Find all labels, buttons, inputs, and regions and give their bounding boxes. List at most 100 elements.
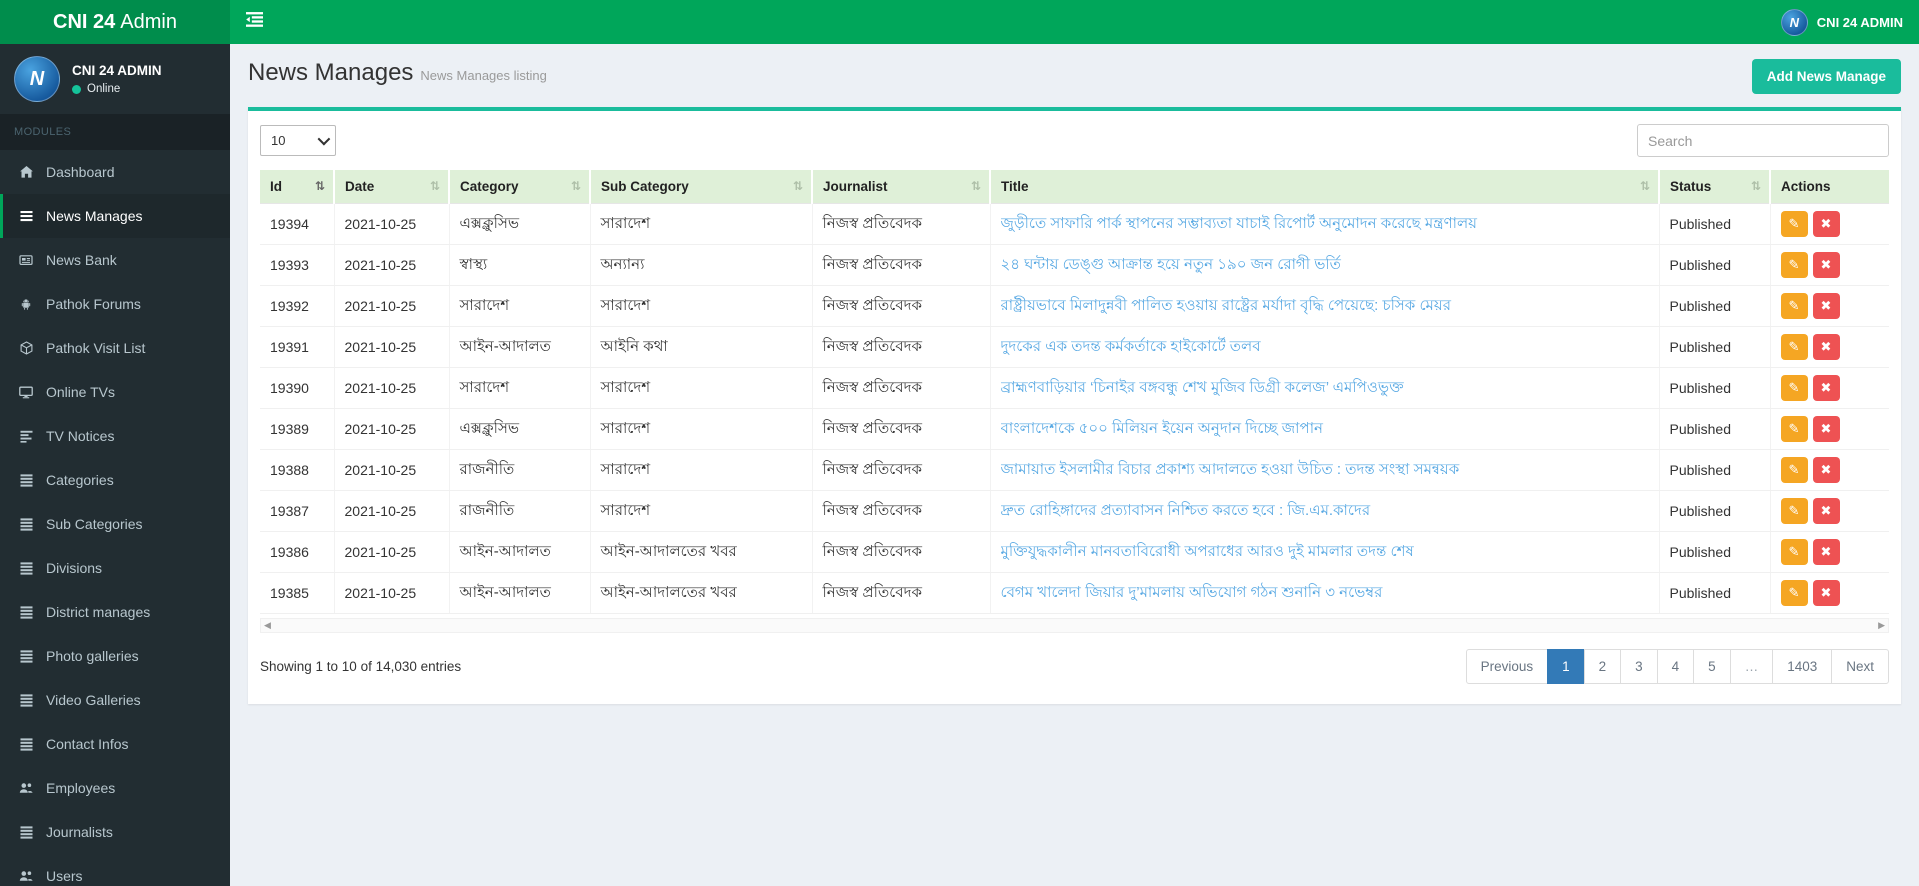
news-title-link[interactable]: মুক্তিযুদ্ধকালীন মানবতাবিরোধী অপরাধের আর… — [1001, 540, 1649, 565]
news-title-link[interactable]: ব্রাহ্মণবাড়িয়ার ‘চিনাইর বঙ্গবন্ধু শেখ … — [1001, 376, 1649, 401]
sidebar-item-label: News Manages — [46, 208, 143, 224]
table-row: 19385 2021-10-25 আইন-আদালত আইন-আদালতের খবর ন… — [260, 572, 1889, 614]
sidebar-item-video-galleries[interactable]: Video Galleries — [0, 678, 230, 722]
sidebar-item-label: Photo galleries — [46, 648, 139, 664]
delete-button[interactable]: ✖ — [1812, 498, 1840, 524]
pagination-previous[interactable]: Previous — [1465, 649, 1549, 684]
table-row: 19389 2021-10-25 এক্সক্লুসিভ সারাদেশ নিজস্ব … — [260, 408, 1889, 450]
news-title-link[interactable]: জুড়ীতে সাফারি পার্ক স্থাপনের সম্ভাব্যতা… — [1001, 212, 1649, 237]
column-header-category[interactable]: Category ⇅ — [449, 170, 591, 204]
news-title-link[interactable]: বাংলাদেশকে ৫০০ মিলিয়ন ইয়েন অনুদান দিচ্… — [1001, 417, 1649, 442]
column-header-id[interactable]: Id ⇅ — [260, 170, 335, 204]
news-title-link[interactable]: ২৪ ঘন্টায় ডেঙ্গু আক্রান্ত হয়ে নতুন ১৯০… — [1001, 253, 1649, 278]
cell-journalist: নিজস্ব প্রতিবেদক — [812, 408, 991, 450]
edit-button[interactable]: ✎ — [1780, 252, 1808, 278]
news-title-link[interactable]: দ্রুত রোহিঙ্গাদের প্রত্যাবাসন নিশ্চিত কর… — [1001, 499, 1649, 524]
delete-button[interactable]: ✖ — [1812, 293, 1840, 319]
delete-button[interactable]: ✖ — [1812, 252, 1840, 278]
cell-id: 19387 — [260, 490, 335, 532]
edit-button[interactable]: ✎ — [1780, 416, 1808, 442]
news-title-link[interactable]: দুদকের এক তদন্ত কর্মকর্তাকে হাইকোর্টে তল… — [1001, 335, 1649, 360]
cell-title: দুদকের এক তদন্ত কর্মকর্তাকে হাইকোর্টে তল… — [990, 326, 1660, 368]
pagination-page-3[interactable]: 3 — [1620, 649, 1658, 684]
news-title-link[interactable]: জামায়াত ইসলামীর বিচার প্রকাশ্য আদালতে হ… — [1001, 458, 1649, 483]
sidebar-item-employees[interactable]: Employees — [0, 766, 230, 810]
brand-logo[interactable]: CNI 24 Admin — [0, 0, 230, 44]
column-header-sub-category[interactable]: Sub Category ⇅ — [590, 170, 813, 204]
edit-button[interactable]: ✎ — [1780, 580, 1808, 606]
cell-journalist: নিজস্ব প্রতিবেদক — [812, 531, 991, 573]
sidebar-item-categories[interactable]: Categories — [0, 458, 230, 502]
horizontal-scrollbar[interactable]: ◀ ▶ — [260, 618, 1889, 633]
cell-journalist: নিজস্ব প্রতিবেদক — [812, 244, 991, 286]
table-row: 19390 2021-10-25 সারাদেশ সারাদেশ নিজস্ব প্রত… — [260, 367, 1889, 409]
edit-button[interactable]: ✎ — [1780, 539, 1808, 565]
sidebar-item-label: TV Notices — [46, 428, 115, 444]
delete-button[interactable]: ✖ — [1812, 375, 1840, 401]
list-icon — [17, 605, 35, 619]
delete-button[interactable]: ✖ — [1812, 580, 1840, 606]
sidebar-item-dashboard[interactable]: Dashboard — [0, 150, 230, 194]
table-row: 19391 2021-10-25 আইন-আদালত আইনি কথা নিজস্ব প… — [260, 326, 1889, 368]
delete-button[interactable]: ✖ — [1812, 334, 1840, 360]
cell-status: Published — [1659, 449, 1771, 491]
column-header-status[interactable]: Status ⇅ — [1659, 170, 1771, 204]
cell-actions: ✎ ✖ — [1770, 285, 1889, 327]
pagination-page-1403[interactable]: 1403 — [1772, 649, 1833, 684]
cell-status: Published — [1659, 285, 1771, 327]
search-input[interactable] — [1637, 124, 1889, 157]
pagination-page-2[interactable]: 2 — [1583, 649, 1622, 684]
news-title-link[interactable]: বেগম খালেদা জিয়ার দু’মামলায় অভিযোগ গঠন… — [1001, 581, 1649, 606]
sort-icon: ⇅ — [1639, 179, 1650, 193]
page-length-select[interactable]: 10 — [260, 125, 336, 156]
cell-category: সারাদেশ — [449, 285, 591, 327]
home-icon — [17, 165, 35, 179]
sidebar-item-tv-notices[interactable]: TV Notices — [0, 414, 230, 458]
sidebar-item-sub-categories[interactable]: Sub Categories — [0, 502, 230, 546]
sidebar-item-journalists[interactable]: Journalists — [0, 810, 230, 854]
pagination-page-4[interactable]: 4 — [1656, 649, 1695, 684]
sidebar-user-panel: N CNI 24 ADMIN Online — [0, 44, 230, 114]
sidebar-item-contact-infos[interactable]: Contact Infos — [0, 722, 230, 766]
edit-button[interactable]: ✎ — [1780, 211, 1808, 237]
sidebar-item-online-tvs[interactable]: Online TVs — [0, 370, 230, 414]
sidebar-toggle-button[interactable] — [230, 0, 278, 44]
edit-button[interactable]: ✎ — [1780, 375, 1808, 401]
sidebar-item-district-manages[interactable]: District manages — [0, 590, 230, 634]
sidebar-item-pathok-forums[interactable]: Pathok Forums — [0, 282, 230, 326]
sidebar-item-news-manages[interactable]: News Manages — [0, 194, 230, 238]
sidebar-item-photo-galleries[interactable]: Photo galleries — [0, 634, 230, 678]
delete-button[interactable]: ✖ — [1812, 416, 1840, 442]
edit-button[interactable]: ✎ — [1780, 498, 1808, 524]
sidebar-user-status: Online — [87, 83, 121, 95]
column-header-journalist[interactable]: Journalist ⇅ — [812, 170, 991, 204]
column-header-date[interactable]: Date ⇅ — [334, 170, 450, 204]
list-icon — [17, 517, 35, 531]
cell-date: 2021-10-25 — [334, 285, 450, 327]
navbar-user-menu[interactable]: N CNI 24 ADMIN — [1765, 0, 1919, 44]
cell-category: আইন-আদালত — [449, 326, 591, 368]
cell-id: 19390 — [260, 367, 335, 409]
sidebar-item-news-bank[interactable]: News Bank — [0, 238, 230, 282]
news-title-link[interactable]: রাষ্ট্রীয়ভাবে মিলাদুন্নবী পালিত হওয়ায়… — [1001, 294, 1649, 319]
delete-button[interactable]: ✖ — [1812, 211, 1840, 237]
edit-button[interactable]: ✎ — [1780, 457, 1808, 483]
add-news-manage-button[interactable]: Add News Manage — [1751, 59, 1901, 94]
delete-button[interactable]: ✖ — [1812, 539, 1840, 565]
cell-category: এক্সক্লুসিভ — [449, 203, 591, 245]
pagination-next[interactable]: Next — [1831, 649, 1889, 684]
sidebar-item-pathok-visit-list[interactable]: Pathok Visit List — [0, 326, 230, 370]
sidebar-item-users[interactable]: Users — [0, 854, 230, 886]
pagination-page-5[interactable]: 5 — [1693, 649, 1731, 684]
pagination-page-1[interactable]: 1 — [1547, 649, 1585, 684]
edit-button[interactable]: ✎ — [1780, 334, 1808, 360]
cell-status: Published — [1659, 531, 1771, 573]
scroll-right-arrow-icon[interactable]: ▶ — [1878, 620, 1885, 631]
scroll-left-arrow-icon[interactable]: ◀ — [264, 620, 271, 631]
brand-light-text: Admin — [120, 10, 177, 33]
table-row: 19393 2021-10-25 স্বাস্থ্য অন্যান্য নিজস্ব প… — [260, 244, 1889, 286]
edit-button[interactable]: ✎ — [1780, 293, 1808, 319]
delete-button[interactable]: ✖ — [1812, 457, 1840, 483]
sidebar-item-divisions[interactable]: Divisions — [0, 546, 230, 590]
column-header-title[interactable]: Title ⇅ — [990, 170, 1660, 204]
